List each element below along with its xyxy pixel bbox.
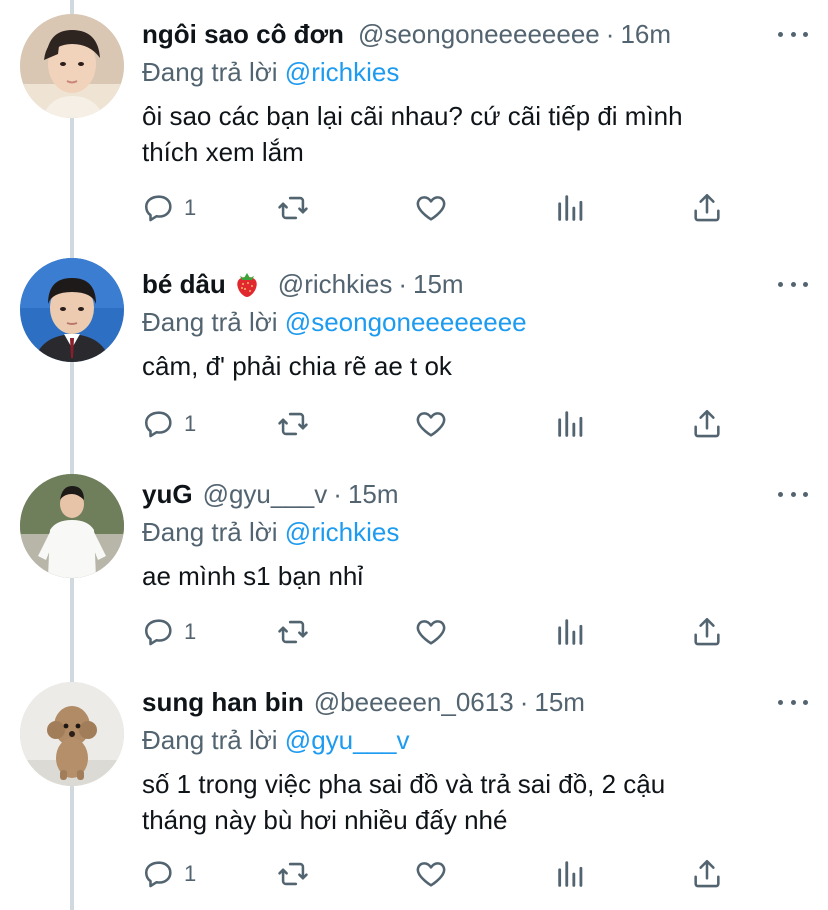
share-icon — [694, 409, 720, 438]
reply-mention-link[interactable]: @richkies — [285, 517, 400, 547]
timestamp[interactable]: 16m — [620, 19, 671, 50]
display-name[interactable]: ngôi sao cô đơn — [142, 19, 344, 50]
retweet-button[interactable] — [276, 188, 310, 228]
separator-dot: · — [605, 18, 615, 49]
retweet-button[interactable] — [276, 404, 310, 444]
like-button[interactable] — [414, 188, 448, 228]
share-icon — [694, 617, 720, 646]
analytics-button[interactable] — [554, 404, 588, 444]
share-button[interactable] — [690, 612, 724, 652]
retweet-icon — [278, 196, 308, 220]
replying-to: Đang trả lời @seongoneeeeeeee — [142, 304, 808, 340]
reply-mention-link[interactable]: @gyu___v — [285, 725, 410, 755]
replying-to: Đang trả lời @gyu___v — [142, 722, 808, 758]
like-button[interactable] — [414, 612, 448, 652]
reply-icon — [144, 195, 172, 222]
display-name[interactable]: bé dâu — [142, 269, 226, 300]
separator-dot: · — [398, 268, 407, 299]
reply-count: 1 — [184, 861, 197, 886]
like-button[interactable] — [414, 854, 448, 894]
tweet-text: số 1 trong việc pha sai đồ và trả sai đồ… — [142, 766, 808, 838]
share-icon — [694, 859, 720, 888]
user-handle[interactable]: @seongoneeeeeeee — [358, 19, 600, 50]
replying-to: Đang trả lời @richkies — [142, 54, 808, 90]
tweet-text-line: thích xem lắm — [142, 137, 304, 167]
replying-to-label: Đang trả lời — [142, 517, 278, 547]
tweet-actions: 1 — [142, 404, 742, 444]
share-button[interactable] — [690, 404, 724, 444]
tweet-actions: 1 — [142, 854, 742, 894]
reply-icon — [144, 861, 172, 888]
replying-to: Đang trả lời @richkies — [142, 514, 808, 550]
user-handle[interactable]: @richkies — [278, 269, 393, 300]
like-button[interactable] — [414, 404, 448, 444]
timestamp[interactable]: 15m — [534, 687, 585, 718]
reply-count: 1 — [184, 195, 197, 220]
tweet-text: ôi sao các bạn lại cãi nhau? cứ cãi tiếp… — [142, 98, 808, 170]
avatar[interactable] — [20, 474, 124, 578]
analytics-button[interactable] — [554, 188, 588, 228]
reply-button[interactable]: 1 — [142, 854, 196, 894]
user-handle[interactable]: @beeeeen_0613 — [314, 687, 514, 718]
tweet-actions: 1 — [142, 188, 742, 228]
reply-icon — [144, 411, 172, 438]
more-options-icon[interactable] — [778, 482, 808, 506]
tweet-text-line: tháng này bù hơi nhiều đấy nhé — [142, 805, 508, 835]
more-options-icon[interactable] — [778, 22, 808, 46]
tweet-text-line: câm, đ' phải chia rẽ ae t ok — [142, 351, 452, 381]
analytics-button[interactable] — [554, 854, 588, 894]
timestamp[interactable]: 15m — [348, 479, 399, 510]
display-name[interactable]: yuG — [142, 479, 193, 510]
retweet-button[interactable] — [276, 612, 310, 652]
reply-icon — [144, 619, 172, 646]
tweet-header: yuG @gyu___v · 15m — [142, 474, 808, 514]
tweet-actions: 1 — [142, 612, 742, 652]
timestamp[interactable]: 15m — [413, 269, 464, 300]
reply-mention-link[interactable]: @seongoneeeeeeee — [285, 307, 527, 337]
analytics-icon — [558, 195, 583, 221]
tweet-header: sung han bin @beeeeen_0613 · 15m — [142, 682, 808, 722]
tweet-header: bé dâu @richkies · 15m — [142, 264, 808, 304]
retweet-icon — [278, 862, 308, 886]
avatar[interactable] — [20, 682, 124, 786]
analytics-icon — [558, 861, 583, 887]
tweet-text: câm, đ' phải chia rẽ ae t ok — [142, 348, 808, 384]
analytics-icon — [558, 411, 583, 437]
retweet-icon — [278, 412, 308, 436]
replying-to-label: Đang trả lời — [142, 57, 278, 87]
heart-icon — [416, 196, 446, 221]
retweet-button[interactable] — [276, 854, 310, 894]
analytics-button[interactable] — [554, 612, 588, 652]
separator-dot: · — [519, 686, 529, 717]
strawberry-emoji — [237, 273, 257, 297]
reply-count: 1 — [184, 619, 197, 644]
more-options-icon[interactable] — [778, 690, 808, 714]
avatar[interactable] — [20, 258, 124, 362]
heart-icon — [416, 620, 446, 645]
retweet-icon — [278, 620, 308, 644]
user-handle[interactable]: @gyu___v — [203, 479, 328, 510]
heart-icon — [416, 412, 446, 437]
display-name[interactable]: sung han bin — [142, 687, 304, 718]
replying-to-label: Đang trả lời — [142, 307, 278, 337]
analytics-icon — [558, 619, 583, 645]
more-options-icon[interactable] — [778, 272, 808, 296]
replying-to-label: Đang trả lời — [142, 725, 278, 755]
separator-dot: · — [333, 478, 342, 509]
share-button[interactable] — [690, 854, 724, 894]
tweet-text-line: ae mình s1 bạn nhỉ — [142, 561, 364, 591]
tweet-header: ngôi sao cô đơn @seongoneeeeeeee · 16m — [142, 14, 808, 54]
share-icon — [694, 193, 720, 222]
heart-icon — [416, 862, 446, 887]
reply-button[interactable]: 1 — [142, 188, 196, 228]
reply-count: 1 — [184, 411, 197, 436]
avatar[interactable] — [20, 14, 124, 118]
tweet-text-line: ôi sao các bạn lại cãi nhau? cứ cãi tiếp… — [142, 101, 683, 131]
reply-button[interactable]: 1 — [142, 612, 196, 652]
reply-mention-link[interactable]: @richkies — [285, 57, 400, 87]
tweet-text-line: số 1 trong việc pha sai đồ và trả sai đồ… — [142, 769, 666, 799]
tweet-text: ae mình s1 bạn nhỉ — [142, 558, 808, 594]
reply-button[interactable]: 1 — [142, 404, 196, 444]
share-button[interactable] — [690, 188, 724, 228]
